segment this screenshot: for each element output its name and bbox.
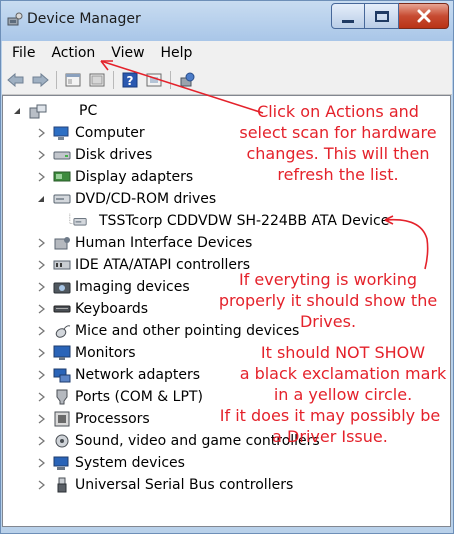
tree-item-keyboards[interactable]: Keyboards [35, 298, 148, 320]
expand-arrow-icon[interactable] [35, 259, 47, 271]
annotation-scan-note: Click on Actions and select scan for har… [239, 102, 437, 184]
annotation-driver-note: If it does it may possibly be a Driver I… [219, 406, 441, 446]
camera-icon [53, 279, 71, 295]
tree-item-label: Human Interface Devices [75, 235, 253, 251]
tree-item-label: Network adapters [75, 367, 200, 383]
tree-item-monitors[interactable]: Monitors [35, 342, 136, 364]
back-arrow-icon[interactable] [6, 71, 26, 89]
forward-arrow-icon[interactable] [30, 71, 50, 89]
tree-item-label: Processors [75, 411, 150, 427]
network-adapter-icon [53, 367, 71, 383]
hid-icon [53, 235, 71, 251]
device-manager-icon [7, 12, 23, 28]
annotation-drives-note: If everyting is working properly it shou… [218, 270, 438, 331]
collapse-arrow-icon[interactable] [11, 105, 23, 117]
minimize-icon [342, 19, 354, 23]
tree-item-label: DVD/CD-ROM drives [75, 191, 217, 207]
help-icon[interactable]: ? [120, 71, 140, 89]
tree-root[interactable]: PC [11, 100, 97, 122]
toolbar-separator [170, 70, 171, 89]
svg-text:?: ? [127, 74, 134, 88]
show-hidden-icon[interactable] [87, 71, 107, 89]
tree-item-hid[interactable]: Human Interface Devices [35, 232, 252, 254]
expand-arrow-icon[interactable] [35, 127, 47, 139]
tree-item-label: Display adapters [75, 169, 194, 185]
expand-arrow-icon[interactable] [35, 171, 47, 183]
device-manager-window: Device Manager File Action View Help ? P… [0, 0, 454, 534]
toolbar-separator [56, 70, 57, 89]
toolbar: ? [2, 65, 452, 95]
expand-arrow-icon[interactable] [35, 435, 47, 447]
maximize-button[interactable] [365, 3, 399, 29]
expand-arrow-icon[interactable] [35, 281, 47, 293]
tree-item-label: Ports (COM & LPT) [75, 389, 203, 405]
menu-bar: File Action View Help [2, 41, 452, 65]
tree-item-label: Universal Serial Bus controllers [75, 477, 294, 493]
tree-item-label: Keyboards [75, 301, 149, 317]
dvd-device-icon [69, 213, 87, 229]
tree-root-label: PC [79, 103, 98, 119]
expand-arrow-icon[interactable] [35, 457, 47, 469]
title-bar[interactable]: Device Manager [1, 1, 453, 41]
tree-item-label: Disk drives [75, 147, 153, 163]
close-button[interactable] [399, 3, 449, 29]
toolbar-separator [113, 70, 114, 89]
tree-item-label: System devices [75, 455, 185, 471]
expand-arrow-icon[interactable] [35, 303, 47, 315]
annotation-warning-note: It should NOT SHOW a black exclamation m… [239, 343, 447, 404]
tree-item-disk-drives[interactable]: Disk drives [35, 144, 152, 166]
system-device-icon [53, 455, 71, 471]
expand-arrow-icon[interactable] [35, 347, 47, 359]
mouse-icon [53, 323, 71, 339]
disk-drive-icon [53, 147, 71, 163]
window-title: Device Manager [27, 11, 141, 27]
maximize-icon [374, 10, 389, 22]
expand-arrow-icon[interactable] [35, 149, 47, 161]
properties-icon[interactable] [63, 71, 83, 89]
expand-arrow-icon[interactable] [35, 413, 47, 425]
tree-item-display-adapters[interactable]: Display adapters [35, 166, 193, 188]
tree-item-label: TSSTcorp CDDVDW SH-224BB ATA Device [99, 213, 390, 229]
tree-item-ports[interactable]: Ports (COM & LPT) [35, 386, 203, 408]
tree-item-computer[interactable]: Computer [35, 122, 145, 144]
tree-item-dvd-cdrom-drives[interactable]: DVD/CD-ROM drives [35, 188, 216, 210]
menu-file[interactable]: File [6, 45, 41, 61]
expand-arrow-icon[interactable] [35, 479, 47, 491]
tree-item-label: Imaging devices [75, 279, 190, 295]
tree-item-processors[interactable]: Processors [35, 408, 150, 430]
tree-item-usb-controllers[interactable]: Universal Serial Bus controllers [35, 474, 293, 496]
menu-view[interactable]: View [105, 45, 150, 61]
computer-root-icon [29, 103, 47, 119]
port-icon [53, 389, 71, 405]
processor-icon [53, 411, 71, 427]
expand-arrow-icon[interactable] [35, 237, 47, 249]
minimize-button[interactable] [331, 3, 365, 29]
tree-item-imaging-devices[interactable]: Imaging devices [35, 276, 190, 298]
expand-arrow-icon[interactable] [35, 391, 47, 403]
menu-help[interactable]: Help [155, 45, 199, 61]
device-settings-icon[interactable] [177, 71, 197, 89]
expand-arrow-icon[interactable] [35, 325, 47, 337]
collapse-arrow-icon[interactable] [35, 193, 47, 205]
tree-item-label: Monitors [75, 345, 136, 361]
menu-action[interactable]: Action [45, 45, 101, 61]
tree-item-system-devices[interactable]: System devices [35, 452, 185, 474]
usb-icon [53, 477, 71, 493]
keyboard-icon [53, 301, 71, 317]
expand-arrow-icon[interactable] [35, 369, 47, 381]
dvd-drive-icon [53, 191, 71, 207]
computer-icon [53, 125, 71, 141]
monitor-icon [53, 345, 71, 361]
close-icon [417, 9, 430, 23]
tree-item-network-adapters[interactable]: Network adapters [35, 364, 200, 386]
tree-item-dvd-device[interactable]: TSSTcorp CDDVDW SH-224BB ATA Device [69, 210, 389, 232]
ide-controller-icon [53, 257, 71, 273]
tree-item-label: Computer [75, 125, 145, 141]
scan-hardware-icon[interactable] [144, 71, 164, 89]
sound-icon [53, 433, 71, 449]
display-adapter-icon [53, 169, 71, 185]
